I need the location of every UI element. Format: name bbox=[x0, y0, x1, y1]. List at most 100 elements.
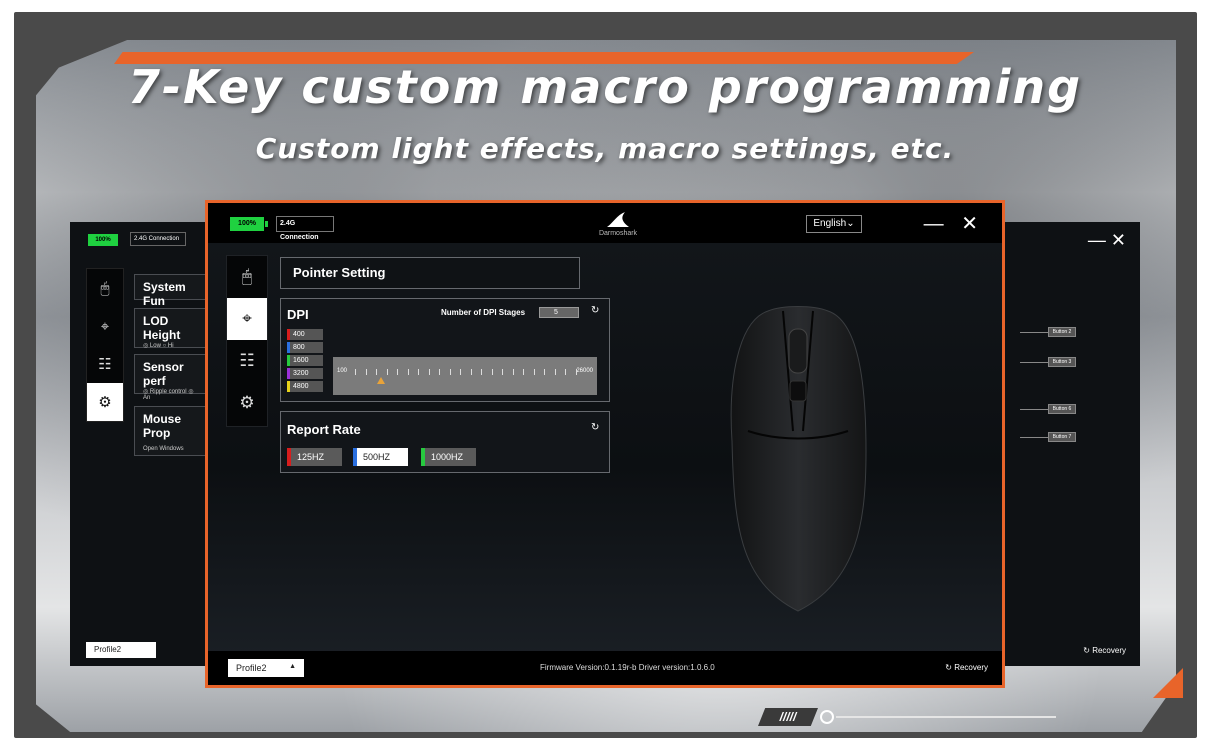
section-options[interactable]: ◎ Ripple control ◎ An bbox=[143, 388, 197, 401]
main-software-window: 100% 2.4G Connection Darmoshark English⌄… bbox=[205, 200, 1005, 688]
back-section-sensor: Sensor perf ◎ Ripple control ◎ An bbox=[134, 354, 206, 401]
report-rate-title: Report Rate bbox=[287, 422, 361, 437]
back-recovery-button[interactable]: ↻ Recovery bbox=[1083, 646, 1126, 655]
battery-indicator: 100% bbox=[230, 217, 268, 231]
slider-tick bbox=[397, 369, 398, 375]
back-section-system: System Fun bbox=[134, 274, 206, 308]
rate-color bbox=[287, 448, 291, 466]
slider-tick bbox=[439, 369, 440, 375]
button-2-tag[interactable]: Button 2 bbox=[1048, 327, 1076, 337]
gear-icon[interactable]: ⚙ bbox=[227, 382, 267, 424]
dpi-stages-label: Number of DPI Stages bbox=[441, 308, 526, 317]
dpi-slider[interactable]: 100 26000 bbox=[333, 357, 597, 395]
recovery-label: Recovery bbox=[954, 663, 988, 672]
back-section-mouse-prop: Mouse Prop Open Windows bbox=[134, 406, 206, 456]
document-icon[interactable]: ☷ bbox=[87, 345, 123, 383]
slider-tick bbox=[470, 369, 472, 375]
slider-tick bbox=[523, 369, 524, 375]
connector-line bbox=[1020, 409, 1048, 410]
dpi-title: DPI bbox=[287, 307, 309, 322]
slider-tick bbox=[428, 369, 430, 375]
reset-icon[interactable]: ↻ bbox=[591, 305, 599, 316]
decorative-slashes: ///// bbox=[758, 708, 818, 726]
dpi-stage-3[interactable]: 1600 bbox=[287, 355, 323, 366]
stage-color bbox=[287, 368, 290, 379]
rate-500hz-button[interactable]: 500HZ bbox=[353, 448, 408, 466]
connection-label: 2.4G Connection bbox=[276, 216, 334, 241]
dpi-stages-select[interactable]: 5 bbox=[539, 307, 579, 318]
sidebar: 🖱 ⌖ ☷ ⚙ bbox=[226, 255, 268, 427]
headline: 7-Key custom macro programming bbox=[127, 60, 1083, 114]
back-battery-indicator: 100% bbox=[88, 234, 118, 246]
stage-color bbox=[287, 342, 290, 353]
slider-tick bbox=[565, 369, 566, 375]
slider-min: 100 bbox=[337, 368, 348, 374]
triangle-up-icon: ▲ bbox=[289, 663, 296, 670]
rate-125hz-button[interactable]: 125HZ bbox=[287, 448, 342, 466]
pointer-icon[interactable]: ⌖ bbox=[87, 307, 123, 345]
subheadline: Custom light effects, macro settings, et… bbox=[255, 132, 955, 165]
back-window-controls[interactable]: — ✕ bbox=[1088, 230, 1126, 251]
section-label: Sensor perf bbox=[143, 360, 184, 388]
slider-tick bbox=[418, 369, 419, 375]
back-section-lod: LOD Height ◎ Low ○ Hi bbox=[134, 308, 206, 349]
slider-tick bbox=[502, 369, 503, 375]
dpi-stage-4[interactable]: 3200 bbox=[287, 368, 323, 379]
slider-tick bbox=[407, 369, 409, 375]
rate-label: 1000HZ bbox=[431, 452, 464, 462]
connector-line bbox=[1020, 362, 1048, 363]
stage-value: 4800 bbox=[293, 383, 309, 390]
open-windows-link[interactable]: Open Windows bbox=[143, 446, 197, 452]
slider-tick bbox=[575, 369, 577, 375]
pointer-icon[interactable]: ⌖ bbox=[227, 298, 267, 340]
language-value: English bbox=[813, 218, 847, 229]
shark-fin-icon bbox=[607, 212, 629, 227]
title-bar: 100% 2.4G Connection Darmoshark English⌄… bbox=[208, 203, 1002, 243]
recovery-button[interactable]: ↻ Recovery bbox=[945, 663, 988, 672]
slider-tick bbox=[512, 369, 514, 375]
back-sidebar: 🖱 ⌖ ☷ ⚙ bbox=[86, 268, 124, 422]
dpi-panel: DPI Number of DPI Stages 5 ↻ 400 800 160… bbox=[280, 298, 610, 402]
mouse-icon[interactable]: 🖱 bbox=[87, 269, 123, 307]
rate-1000hz-button[interactable]: 1000HZ bbox=[421, 448, 476, 466]
window-controls[interactable]: — ✕ bbox=[924, 211, 984, 236]
slider-tick bbox=[544, 369, 545, 375]
slider-thumb[interactable] bbox=[377, 377, 385, 384]
slider-tick bbox=[376, 369, 377, 375]
section-label: LOD Height bbox=[143, 314, 181, 342]
slider-tick bbox=[533, 369, 535, 375]
stage-value: 1600 bbox=[293, 357, 309, 364]
rate-color bbox=[353, 448, 357, 466]
logo-text: Darmoshark bbox=[598, 230, 638, 237]
decorative-circle bbox=[820, 710, 834, 724]
slider-tick bbox=[355, 369, 356, 375]
language-select[interactable]: English⌄ bbox=[806, 215, 862, 233]
slider-tick bbox=[386, 369, 388, 375]
profile-select[interactable]: Profile2 ▲ bbox=[228, 659, 304, 677]
document-icon[interactable]: ☷ bbox=[227, 340, 267, 382]
section-label: Mouse Prop bbox=[143, 412, 182, 440]
gear-icon[interactable]: ⚙ bbox=[87, 383, 123, 421]
recovery-label: Recovery bbox=[1092, 646, 1126, 655]
dpi-stage-2[interactable]: 800 bbox=[287, 342, 323, 353]
reset-icon[interactable]: ↻ bbox=[591, 422, 599, 433]
rate-label: 125HZ bbox=[297, 452, 325, 462]
stage-value: 800 bbox=[293, 344, 305, 351]
slider-max: 26000 bbox=[576, 368, 593, 374]
profile-value: Profile2 bbox=[236, 663, 267, 673]
rate-color bbox=[421, 448, 425, 466]
button-7-tag[interactable]: Button 7 bbox=[1048, 432, 1076, 442]
decorative-line bbox=[836, 716, 1056, 718]
button-6-tag[interactable]: Button 6 bbox=[1048, 404, 1076, 414]
back-profile-select[interactable]: Profile2 bbox=[86, 642, 156, 658]
mouse-icon[interactable]: 🖱 bbox=[227, 256, 267, 298]
dpi-stage-5[interactable]: 4800 bbox=[287, 381, 323, 392]
dpi-stages-value: 5 bbox=[554, 309, 558, 316]
stage-value: 400 bbox=[293, 331, 305, 338]
section-options[interactable]: ◎ Low ○ Hi bbox=[143, 342, 197, 349]
stage-color bbox=[287, 355, 290, 366]
section-label: System Fun bbox=[143, 280, 186, 308]
dpi-stage-1[interactable]: 400 bbox=[287, 329, 323, 340]
button-3-tag[interactable]: Button 3 bbox=[1048, 357, 1076, 367]
connector-line bbox=[1020, 332, 1048, 333]
